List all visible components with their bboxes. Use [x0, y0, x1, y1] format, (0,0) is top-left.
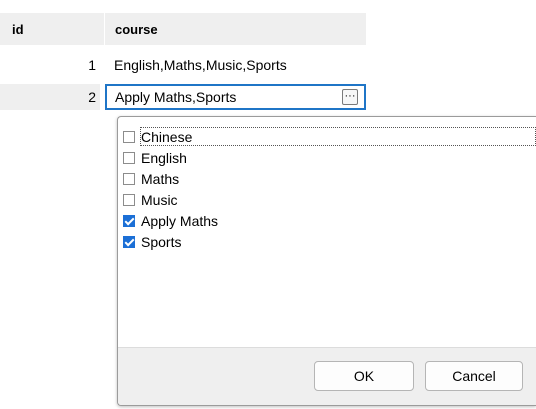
option-chinese[interactable]: Chinese [123, 126, 536, 147]
checkbox-checked[interactable] [123, 214, 135, 227]
checkbox[interactable] [123, 130, 135, 143]
checkbox-checked[interactable] [123, 235, 135, 248]
option-label: Music [141, 191, 178, 208]
table-row[interactable]: 2 Apply Maths,Sports ··· [0, 84, 366, 110]
popup-footer: OK Cancel [118, 347, 536, 405]
option-label: Apply Maths [141, 212, 219, 229]
checklist-popup: Chinese English Maths Music Apply Maths … [117, 116, 536, 406]
cell-course-editing[interactable]: Apply Maths,Sports ··· [105, 84, 366, 110]
cell-course-value: Apply Maths,Sports [115, 89, 237, 105]
checkbox[interactable] [123, 151, 135, 164]
option-sports[interactable]: Sports [123, 231, 536, 252]
table-row[interactable]: 1 English,Maths,Music,Sports [0, 52, 366, 78]
cancel-button[interactable]: Cancel [425, 361, 523, 391]
cell-course[interactable]: English,Maths,Music,Sports [110, 52, 366, 78]
cell-id[interactable]: 1 [0, 52, 100, 78]
column-header-course[interactable]: course [105, 13, 366, 45]
option-music[interactable]: Music [123, 189, 536, 210]
option-label: Maths [141, 170, 180, 187]
option-english[interactable]: English [123, 147, 536, 168]
cell-id[interactable]: 2 [0, 84, 100, 110]
option-maths[interactable]: Maths [123, 168, 536, 189]
option-label: Sports [141, 233, 182, 250]
option-label: Chinese [141, 128, 193, 145]
checkbox[interactable] [123, 193, 135, 206]
option-apply-maths[interactable]: Apply Maths [123, 210, 536, 231]
ellipsis-button[interactable]: ··· [342, 89, 358, 105]
checkbox[interactable] [123, 172, 135, 185]
ok-button[interactable]: OK [314, 361, 414, 391]
column-header-id[interactable]: id [0, 13, 104, 45]
checklist-options: Chinese English Maths Music Apply Maths … [123, 126, 536, 252]
option-label: English [141, 149, 187, 166]
app-root: id course 1 English,Maths,Music,Sports 2… [0, 0, 536, 409]
